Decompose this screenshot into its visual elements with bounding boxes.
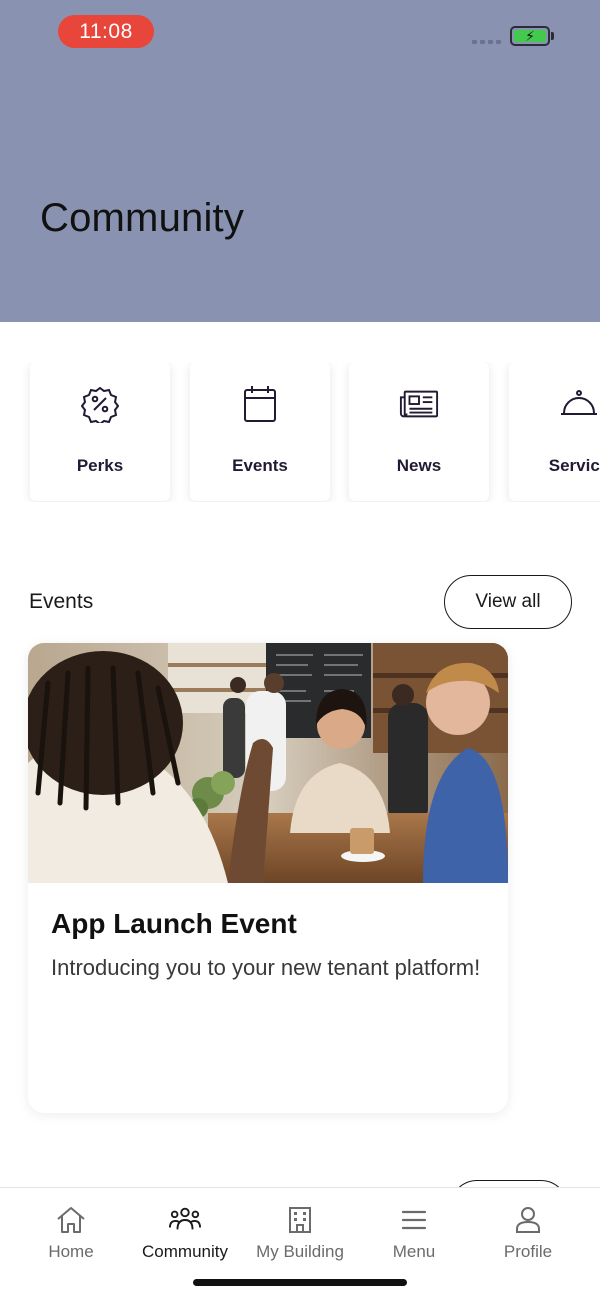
tile-events[interactable]: Events [190,362,330,501]
status-time: 11:08 [58,15,154,48]
cafe-people-photo [28,643,508,883]
tile-label: Events [232,456,288,475]
building-icon [284,1204,316,1236]
tab-label: Profile [503,1242,553,1261]
events-section-heading: Events [29,590,94,613]
tile-label: Perks [76,456,124,475]
tab-menu[interactable]: Menu [354,1204,474,1262]
tile-label: Service [548,456,600,475]
page-header: 11:08 ⚡ Community [0,0,600,322]
tile-perks[interactable]: Perks [30,362,170,501]
tab-my-building[interactable]: My Building [240,1204,360,1262]
view-all-events-button[interactable]: View all [444,575,572,629]
newspaper-icon [399,384,439,424]
profile-icon [512,1204,544,1236]
home-indicator [193,1279,407,1286]
tab-label: Menu [392,1242,436,1261]
tab-profile[interactable]: Profile [468,1204,588,1262]
event-title: App Launch Event [51,908,297,939]
page-title: Community [40,196,245,240]
tile-label: News [396,456,442,475]
event-card[interactable]: App Launch Event Introducing you to your… [28,643,508,1113]
battery-icon: ⚡ [510,26,550,46]
battery-tip [551,32,554,40]
tile-news[interactable]: News [349,362,489,501]
tile-service[interactable]: Service [509,362,600,501]
tab-community[interactable]: Community [125,1204,245,1262]
perks-badge-icon [80,384,120,424]
tab-label: Community [142,1242,228,1261]
community-icon [169,1204,201,1236]
tab-label: My Building [256,1242,344,1261]
menu-icon [398,1204,430,1236]
event-description: Introducing you to your new tenant platf… [51,955,481,980]
home-icon [55,1204,87,1236]
tab-home[interactable]: Home [11,1204,131,1262]
tab-label: Home [48,1242,94,1261]
service-bell-icon [559,384,599,424]
quick-links: Perks Events News Servic [0,362,600,502]
signal-icon [472,40,501,44]
calendar-icon [240,384,280,424]
